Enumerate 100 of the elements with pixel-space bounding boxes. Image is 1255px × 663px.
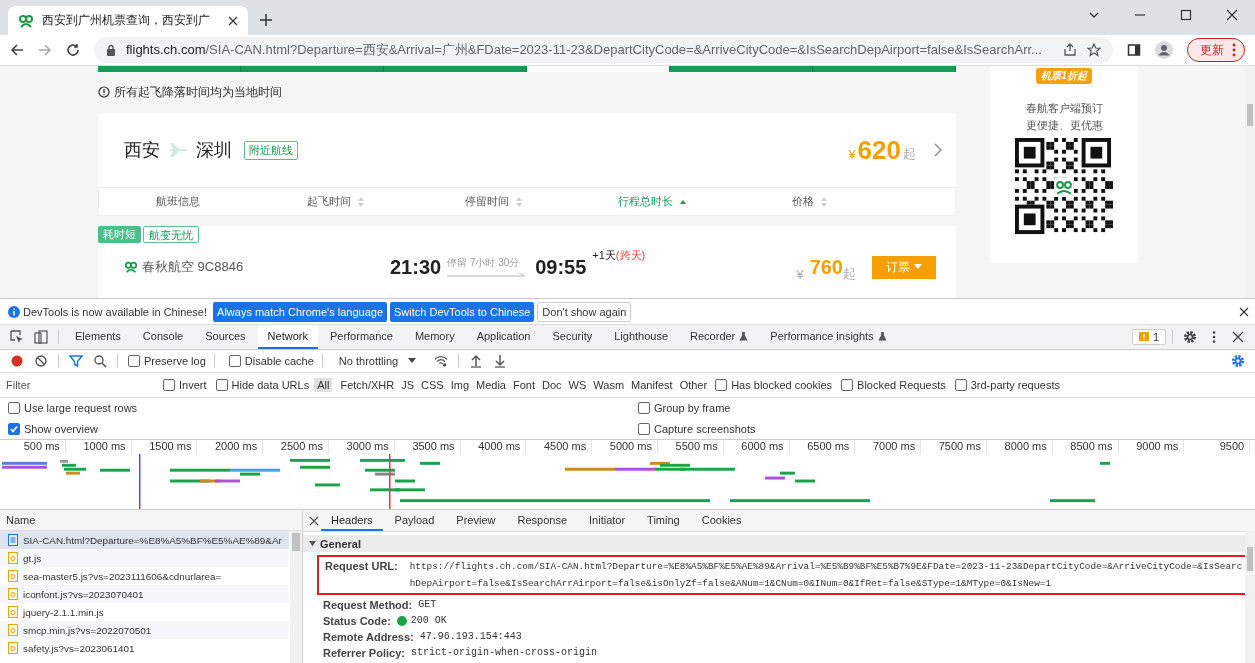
detail-tab[interactable]: Payload (384, 510, 445, 531)
profile-icon[interactable] (1155, 41, 1173, 59)
search-icon[interactable] (93, 354, 107, 368)
devtools-tab[interactable]: Elements (65, 325, 131, 349)
checkbox[interactable] (841, 379, 854, 391)
price: 620 (857, 134, 901, 166)
request-row[interactable]: gt.js (0, 549, 289, 567)
sort-icon (678, 198, 687, 205)
clear-icon[interactable] (34, 354, 48, 368)
type-filter[interactable]: Fetch/XHR (337, 378, 398, 392)
checkbox-label: 3rd-party requests (970, 379, 1060, 391)
back-icon[interactable] (10, 43, 24, 57)
devtools-tab[interactable]: Sources (195, 325, 256, 349)
close-icon[interactable] (1226, 9, 1238, 21)
type-filter[interactable]: WS (565, 378, 590, 392)
filter-icon[interactable] (69, 354, 83, 368)
scrollbar-thumb[interactable] (1247, 547, 1253, 571)
scrollbar[interactable] (1245, 66, 1255, 298)
type-filter[interactable]: Img (447, 378, 472, 392)
throttling-dropdown[interactable]: No throttling (332, 354, 423, 368)
devtools-tab[interactable]: Performance (319, 325, 403, 349)
notice-button[interactable]: Don't show again (537, 301, 632, 322)
settings-icon[interactable] (1231, 354, 1245, 368)
detail-tab[interactable]: Headers (321, 510, 383, 531)
chevron-right-icon[interactable] (934, 143, 942, 157)
sort-header[interactable]: 停留时间 (415, 194, 573, 209)
share-icon[interactable] (1063, 43, 1077, 57)
sort-header[interactable]: 航班信息 (99, 194, 257, 209)
type-filter[interactable]: Wasm (590, 378, 628, 392)
detail-tab[interactable]: Preview (446, 510, 506, 531)
checkbox[interactable] (8, 402, 20, 415)
devtools-tab[interactable]: Security (542, 325, 603, 349)
detail-tab[interactable]: Response (507, 510, 577, 531)
record-button[interactable] (10, 354, 24, 368)
side-panel-icon[interactable] (1127, 43, 1141, 57)
checkbox[interactable] (215, 379, 228, 391)
notice-text: DevTools is now available in Chinese! (23, 305, 208, 318)
scrollbar[interactable] (1245, 531, 1255, 663)
type-filter[interactable]: Font (510, 378, 538, 392)
devtools-tab[interactable]: Network (257, 325, 318, 349)
checkbox[interactable] (715, 379, 728, 391)
request-row[interactable]: SIA-CAN.html?Departure=%E8%A5%BF%E5%AE%89&Ar (0, 531, 289, 549)
scrollbar-thumb[interactable] (292, 533, 300, 551)
download-icon[interactable] (493, 354, 508, 368)
detail-tab[interactable]: Timing (637, 510, 690, 531)
scrollbar-thumb[interactable] (1247, 104, 1253, 126)
checkbox[interactable] (8, 422, 20, 435)
devtools-tab[interactable]: Console (132, 325, 194, 349)
upload-icon[interactable] (469, 354, 484, 368)
close-icon[interactable] (228, 15, 238, 26)
column-header[interactable]: Name (0, 510, 302, 531)
new-tab-icon[interactable] (260, 14, 272, 26)
devtools-tab[interactable]: Lighthouse (604, 325, 679, 349)
checkbox[interactable] (954, 379, 967, 391)
type-filter[interactable]: All (314, 378, 333, 392)
reload-icon[interactable] (66, 43, 80, 57)
type-filter[interactable]: Media (473, 378, 509, 392)
section-header[interactable]: General (303, 535, 1245, 552)
request-row[interactable]: sea-master5.js?vs=2023111606&cdnurlarea= (0, 567, 289, 585)
sort-header[interactable]: 起飞时间 (257, 194, 415, 209)
devtools-tab[interactable]: Memory (404, 325, 465, 349)
type-filter[interactable]: Other (676, 378, 711, 392)
scrollbar[interactable] (290, 531, 302, 663)
browser-tab[interactable]: 西安到广州机票查询，西安到广 (8, 6, 248, 35)
sort-header[interactable]: 行程总时长 (573, 194, 731, 209)
info-icon (98, 86, 110, 98)
notice-button[interactable]: Always match Chrome's language (213, 301, 387, 322)
type-filter[interactable]: Manifest (628, 378, 676, 392)
request-row[interactable]: smcp.min.js?vs=2022070501 (0, 621, 289, 639)
notice-button[interactable]: Switch DevTools to Chinese (390, 301, 535, 322)
checkbox[interactable] (638, 422, 650, 435)
update-button[interactable]: 更新 (1187, 38, 1245, 62)
wifi-icon[interactable] (434, 354, 449, 368)
detail-tab[interactable]: Cookies (691, 510, 752, 531)
address-bar[interactable]: flights.ch.com/SIA-CAN.html?Departure=西安&Arrival=广州&FDate=2023-11-23&DepartCityCode=&ArriveCityCode=&IsSearchDepAirport=false&IsSearchArr... (94, 37, 1113, 63)
checkbox[interactable] (163, 379, 175, 391)
issues-badge[interactable]: 1 (1131, 329, 1166, 345)
type-filter[interactable]: JS (398, 378, 418, 392)
maximize-icon[interactable] (1180, 9, 1192, 21)
route-card[interactable]: 西安 深圳 附近航线 ¥620 起 (98, 113, 956, 187)
request-row[interactable]: jquery-2.1.1.min.js (0, 603, 289, 621)
device-icon[interactable] (34, 330, 48, 344)
devtools-tab[interactable]: Performance insights (760, 325, 897, 349)
settings-icon[interactable] (1183, 330, 1197, 344)
request-row[interactable]: iconfont.js?vs=2023070401 (0, 585, 289, 603)
checkbox[interactable] (228, 355, 241, 367)
detail-tab[interactable]: Initiator (579, 510, 636, 531)
star-icon[interactable] (1087, 43, 1101, 57)
devtools-tab[interactable]: Recorder (680, 325, 759, 349)
checkbox[interactable] (638, 402, 650, 415)
checkbox[interactable] (128, 355, 140, 367)
close-icon[interactable] (309, 515, 319, 526)
type-filter[interactable]: Doc (539, 378, 565, 392)
close-icon[interactable] (1239, 306, 1249, 317)
devtools-tab[interactable]: Application (466, 325, 541, 349)
type-filter[interactable]: CSS (418, 378, 447, 392)
inspect-icon[interactable] (10, 330, 24, 344)
request-row[interactable]: safety.js?vs=2023061401 (0, 639, 289, 657)
sort-header[interactable]: 价格 (731, 194, 889, 209)
close-icon[interactable] (1231, 330, 1245, 344)
